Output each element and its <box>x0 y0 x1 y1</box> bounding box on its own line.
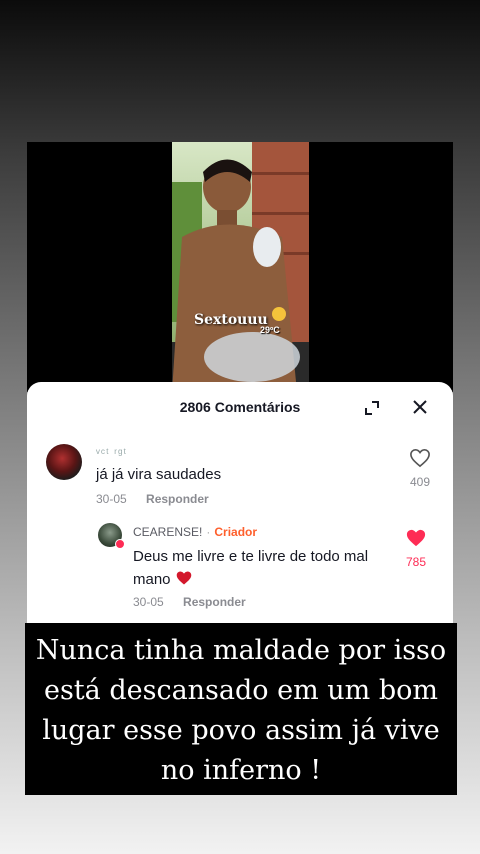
caption-text: Nunca tinha maldade por isso está descan… <box>35 635 447 786</box>
video-frame[interactable]: Sextouuu 29ºC <box>27 142 453 392</box>
temperature-label: 29ºC <box>260 325 280 335</box>
reply-username-row: CEARENSE! · Criador <box>133 525 257 539</box>
video-caption-text: Sextouuu <box>194 312 268 328</box>
comments-sheet: 2806 Comentários ᵛᶜᵗ ʳᵍᵗ já já vira saud… <box>27 382 453 627</box>
comment-text: já já vira saudades <box>96 466 222 483</box>
like-count: 409 <box>409 475 431 489</box>
comments-count-title: 2806 Comentários <box>179 399 301 415</box>
reply-button[interactable]: Responder <box>146 492 209 506</box>
comment-meta: 30-05 Responder <box>96 492 209 506</box>
like-button[interactable]: 785 <box>401 528 431 569</box>
comment-meta: 30-05 Responder <box>133 595 246 609</box>
video-scene-image <box>172 142 309 392</box>
live-badge <box>115 539 125 549</box>
comment-text-wrapper: Deus me livre e te livre de todo mal man… <box>133 545 373 591</box>
comment-date: 30-05 <box>133 595 164 609</box>
comment-username[interactable]: CEARENSE! <box>133 525 202 539</box>
heart-filled-icon <box>406 529 426 547</box>
caption-overlay: Nunca tinha maldade por isso está descan… <box>25 623 457 795</box>
heart-outline-icon <box>410 448 430 468</box>
like-button[interactable]: 409 <box>409 448 431 489</box>
red-heart-emoji-icon <box>176 571 191 585</box>
reply-button[interactable]: Responder <box>183 595 246 609</box>
comment-text: Deus me livre e te livre de todo mal man… <box>133 548 369 588</box>
close-icon[interactable] <box>411 398 429 416</box>
comment-date: 30-05 <box>96 492 127 506</box>
avatar[interactable] <box>46 444 82 480</box>
comment-username[interactable]: ᵛᶜᵗ ʳᵍᵗ <box>96 446 127 460</box>
like-count: 785 <box>405 555 427 569</box>
video-thumbnail[interactable]: Sextouuu 29ºC <box>172 142 309 392</box>
emoji-icon <box>272 307 286 321</box>
expand-icon[interactable] <box>365 401 379 415</box>
creator-badge: Criador <box>214 525 258 539</box>
separator-dot: · <box>206 525 211 539</box>
